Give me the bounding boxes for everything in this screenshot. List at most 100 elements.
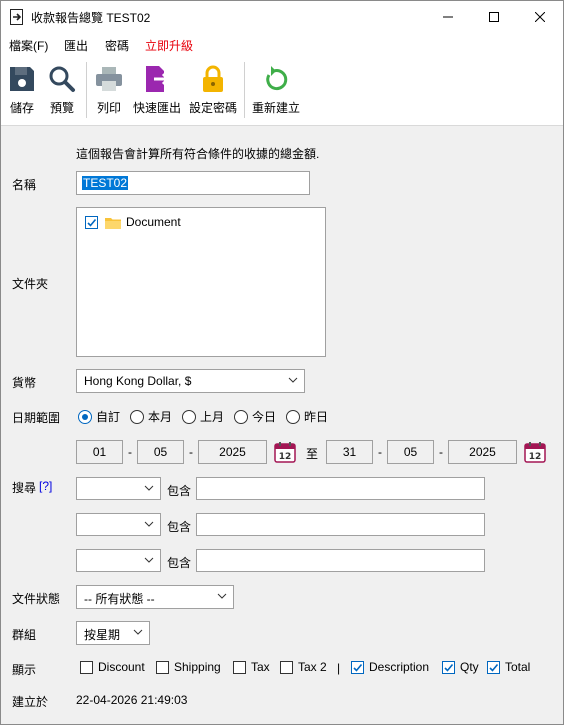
date-option-today[interactable]: 今日: [234, 408, 276, 425]
svg-text:12: 12: [529, 452, 542, 462]
display-option-label: Total: [505, 660, 531, 674]
currency-value: Hong Kong Dollar, $: [84, 374, 192, 388]
display-label: 顯示: [12, 663, 37, 677]
save-button[interactable]: 儲存: [3, 56, 41, 122]
created-value: 22-04-2026 21:49:03: [76, 693, 188, 707]
display-option-shipping[interactable]: Shipping: [156, 660, 221, 674]
folder-checkbox[interactable]: [85, 215, 98, 229]
date-to-month[interactable]: 05: [387, 440, 434, 464]
date-option-label: 昨日: [304, 410, 329, 424]
name-input[interactable]: TEST02: [76, 171, 310, 195]
date-option-yesterday[interactable]: 昨日: [286, 408, 328, 425]
check-icon: [444, 663, 454, 672]
menu-upgrade[interactable]: 立即升級: [145, 37, 193, 54]
display-option-label: Discount: [98, 660, 145, 674]
date-option-this-month[interactable]: 本月: [130, 408, 172, 425]
name-label: 名稱: [12, 178, 37, 192]
chevron-down-icon: [133, 629, 143, 635]
radio-circle: [130, 409, 144, 424]
refresh-icon: [266, 66, 288, 91]
check-icon: [489, 663, 499, 672]
display-option-tax[interactable]: Tax: [233, 660, 270, 674]
search-field-select-1[interactable]: [76, 477, 161, 500]
date-option-custom[interactable]: 自訂: [78, 408, 120, 425]
menu-file[interactable]: 檔案(F): [9, 37, 48, 54]
display-option-label: Tax: [251, 660, 270, 674]
checkbox: [156, 660, 169, 674]
radio-circle: [234, 409, 248, 424]
calendar-icon[interactable]: 12: [273, 440, 297, 464]
toolbar-separator: [86, 62, 87, 118]
checkbox: [487, 660, 500, 674]
save-label: 儲存: [9, 101, 34, 115]
rebuild-button[interactable]: 重新建立: [249, 56, 303, 122]
preview-button[interactable]: 預覽: [43, 56, 81, 122]
date-separator: -: [378, 445, 382, 459]
folder-tree-item[interactable]: Document: [85, 215, 181, 229]
maximize-button[interactable]: [471, 1, 517, 32]
group-select[interactable]: 按星期: [76, 621, 150, 645]
check-icon: [87, 218, 97, 227]
doc-status-label: 文件狀態: [12, 592, 61, 606]
date-option-label: 本月: [148, 410, 173, 424]
chevron-down-icon: [144, 521, 154, 527]
date-to-day[interactable]: 31: [326, 440, 373, 464]
group-value: 按星期: [84, 628, 121, 642]
checkbox: [280, 660, 293, 674]
checkbox: [80, 660, 93, 674]
set-password-button[interactable]: 設定密碼: [187, 56, 239, 122]
radio-circle: [286, 409, 300, 424]
date-from-day[interactable]: 01: [76, 440, 123, 464]
date-to-label: 至: [306, 447, 319, 461]
search-input-3[interactable]: [196, 549, 485, 572]
chevron-down-icon: [288, 377, 298, 383]
currency-label: 貨幣: [12, 376, 37, 390]
display-option-label: Qty: [460, 660, 479, 674]
rebuild-label: 重新建立: [251, 101, 300, 115]
print-button[interactable]: 列印: [90, 56, 128, 122]
search-field-select-2[interactable]: [76, 513, 161, 536]
chevron-down-icon: [217, 593, 227, 599]
title-bar: 收款報告總覽 TEST02: [1, 1, 563, 32]
search-input-1[interactable]: [196, 477, 485, 500]
date-range-label: 日期範圍: [12, 411, 61, 425]
contains-label: 包含: [167, 520, 192, 534]
calendar-icon[interactable]: 12: [523, 440, 547, 464]
display-option-label: Shipping: [174, 660, 221, 674]
doc-status-select[interactable]: -- 所有狀態 --: [76, 585, 234, 609]
currency-select[interactable]: Hong Kong Dollar, $: [76, 369, 305, 393]
chevron-down-icon: [144, 557, 154, 563]
close-button[interactable]: [517, 1, 563, 32]
date-separator: -: [189, 445, 193, 459]
radio-circle: [78, 409, 92, 424]
folder-tree[interactable]: Document: [76, 207, 326, 357]
minimize-button[interactable]: [425, 1, 471, 32]
menu-export[interactable]: 匯出: [64, 37, 88, 54]
created-label: 建立於: [12, 695, 49, 709]
search-field-select-3[interactable]: [76, 549, 161, 572]
date-option-last-month[interactable]: 上月: [182, 408, 224, 425]
display-option-label: Tax 2: [298, 660, 327, 674]
minimize-icon: [443, 16, 453, 17]
quick-export-button[interactable]: 快速匯出: [129, 56, 185, 122]
display-option-discount[interactable]: Discount: [80, 660, 145, 674]
preview-label: 預覽: [49, 101, 74, 115]
magnifier-icon: [49, 66, 75, 92]
date-from-month[interactable]: 05: [137, 440, 184, 464]
display-option-tax2[interactable]: Tax 2: [280, 660, 327, 674]
date-to-year[interactable]: 2025: [448, 440, 517, 464]
folder-icon: [105, 217, 121, 229]
doc-status-value: -- 所有狀態 --: [84, 592, 155, 606]
date-option-label: 今日: [252, 410, 277, 424]
date-from-year[interactable]: 2025: [198, 440, 267, 464]
maximize-icon: [489, 11, 499, 22]
report-description: 這個報告會計算所有符合條件的收據的總金額.: [76, 147, 320, 161]
display-option-qty[interactable]: Qty: [442, 660, 479, 674]
menu-password[interactable]: 密碼: [105, 37, 129, 54]
search-input-2[interactable]: [196, 513, 485, 536]
search-help-link[interactable]: [?]: [39, 479, 52, 493]
chevron-down-icon: [144, 485, 154, 491]
display-option-description[interactable]: Description: [351, 660, 429, 674]
lock-icon: [203, 65, 223, 92]
display-option-total[interactable]: Total: [487, 660, 530, 674]
